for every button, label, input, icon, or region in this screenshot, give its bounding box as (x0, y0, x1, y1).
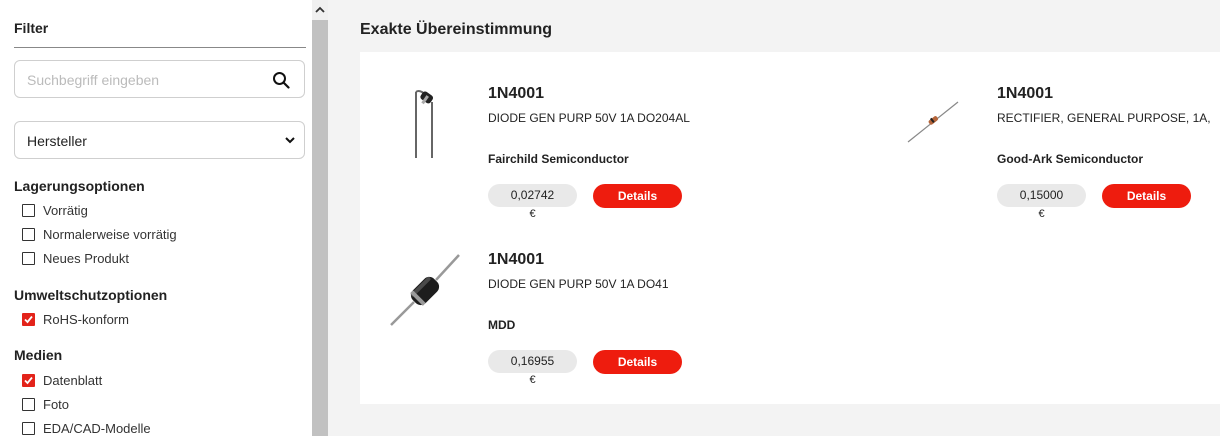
details-button[interactable]: Details (593, 350, 682, 374)
checkbox-label: Datenblatt (43, 372, 103, 388)
scrollbar-thumb[interactable] (312, 20, 328, 436)
checkbox-label: RoHS-konform (43, 311, 129, 327)
result-card: 1N4001 RECTIFIER, GENERAL PURPOSE, 1A, G… (870, 52, 1220, 220)
filter-sidebar: Filter Hersteller Lagerungsoptionen Vorr… (0, 0, 312, 436)
manufacturer-select[interactable]: Hersteller (14, 121, 305, 159)
axial-diode-black-image (390, 254, 460, 326)
result-card: 1N4001 DIODE GEN PURP 50V 1A DO204AL Fai… (360, 52, 860, 220)
checkbox-datasheet[interactable]: Datenblatt (22, 371, 102, 389)
details-button[interactable]: Details (1102, 184, 1191, 208)
checkbox-box[interactable] (22, 203, 35, 217)
sidebar-scrollbar[interactable] (312, 0, 328, 436)
checkbox-new-product[interactable]: Neues Produkt (22, 249, 129, 267)
checkbox-label: Neues Produkt (43, 250, 129, 266)
price-currency: € (529, 374, 536, 386)
stock-options-title: Lagerungsoptionen (14, 178, 145, 194)
filter-title: Filter (14, 20, 49, 36)
checkmark-icon (24, 376, 33, 384)
part-description: DIODE GEN PURP 50V 1A DO204AL (488, 111, 690, 125)
search-input[interactable] (25, 69, 259, 91)
price-pill: 0,15000 (997, 184, 1086, 207)
checkbox-label: Normalerweise vorrätig (43, 226, 177, 242)
checkbox-eda-cad[interactable]: EDA/CAD-Modelle (22, 419, 151, 436)
checkbox-photo[interactable]: Foto (22, 395, 69, 413)
part-description: RECTIFIER, GENERAL PURPOSE, 1A, (997, 111, 1211, 125)
checkbox-box[interactable] (22, 421, 35, 435)
manufacturer-name: MDD (488, 318, 516, 332)
manufacturer-select-value: Hersteller (27, 133, 87, 149)
manufacturer-name: Fairchild Semiconductor (488, 152, 629, 166)
checkbox-in-stock[interactable]: Vorrätig (22, 201, 88, 219)
price-currency: € (1038, 208, 1045, 220)
part-number[interactable]: 1N4001 (997, 85, 1053, 103)
details-button[interactable]: Details (593, 184, 682, 208)
results-panel: 1N4001 DIODE GEN PURP 50V 1A DO204AL Fai… (360, 52, 1220, 404)
env-options-title: Umweltschutzoptionen (14, 287, 168, 303)
price-pill: 0,16955 (488, 350, 577, 373)
search-icon[interactable] (272, 71, 290, 89)
axial-diode-small-image (907, 101, 959, 143)
checkbox-box-checked[interactable] (22, 373, 35, 387)
checkbox-box[interactable] (22, 397, 35, 411)
chevron-down-icon (285, 137, 295, 144)
axial-diode-bent-leads-image (415, 90, 434, 158)
checkbox-label: EDA/CAD-Modelle (43, 420, 151, 436)
media-options-title: Medien (14, 347, 63, 363)
chevron-up-icon (315, 6, 325, 13)
search-field[interactable] (14, 60, 305, 98)
checkbox-box[interactable] (22, 227, 35, 241)
price-pill: 0,02742 (488, 184, 577, 207)
checkbox-label: Foto (43, 396, 70, 412)
checkbox-label: Vorrätig (43, 202, 88, 218)
page-title: Exakte Übereinstimmung (360, 21, 553, 38)
part-description: DIODE GEN PURP 50V 1A DO41 (488, 277, 669, 291)
filter-divider (14, 47, 306, 48)
checkbox-rohs[interactable]: RoHS-konform (22, 310, 129, 328)
part-number[interactable]: 1N4001 (488, 85, 544, 103)
checkbox-normally-stocked[interactable]: Normalerweise vorrätig (22, 225, 177, 243)
scroll-up-button[interactable] (312, 0, 328, 20)
part-number[interactable]: 1N4001 (488, 251, 544, 269)
manufacturer-name: Good-Ark Semiconductor (997, 152, 1144, 166)
checkmark-icon (24, 315, 33, 323)
checkbox-box[interactable] (22, 251, 35, 265)
result-card: 1N4001 DIODE GEN PURP 50V 1A DO41 MDD 0,… (360, 218, 860, 386)
checkbox-box-checked[interactable] (22, 312, 35, 326)
